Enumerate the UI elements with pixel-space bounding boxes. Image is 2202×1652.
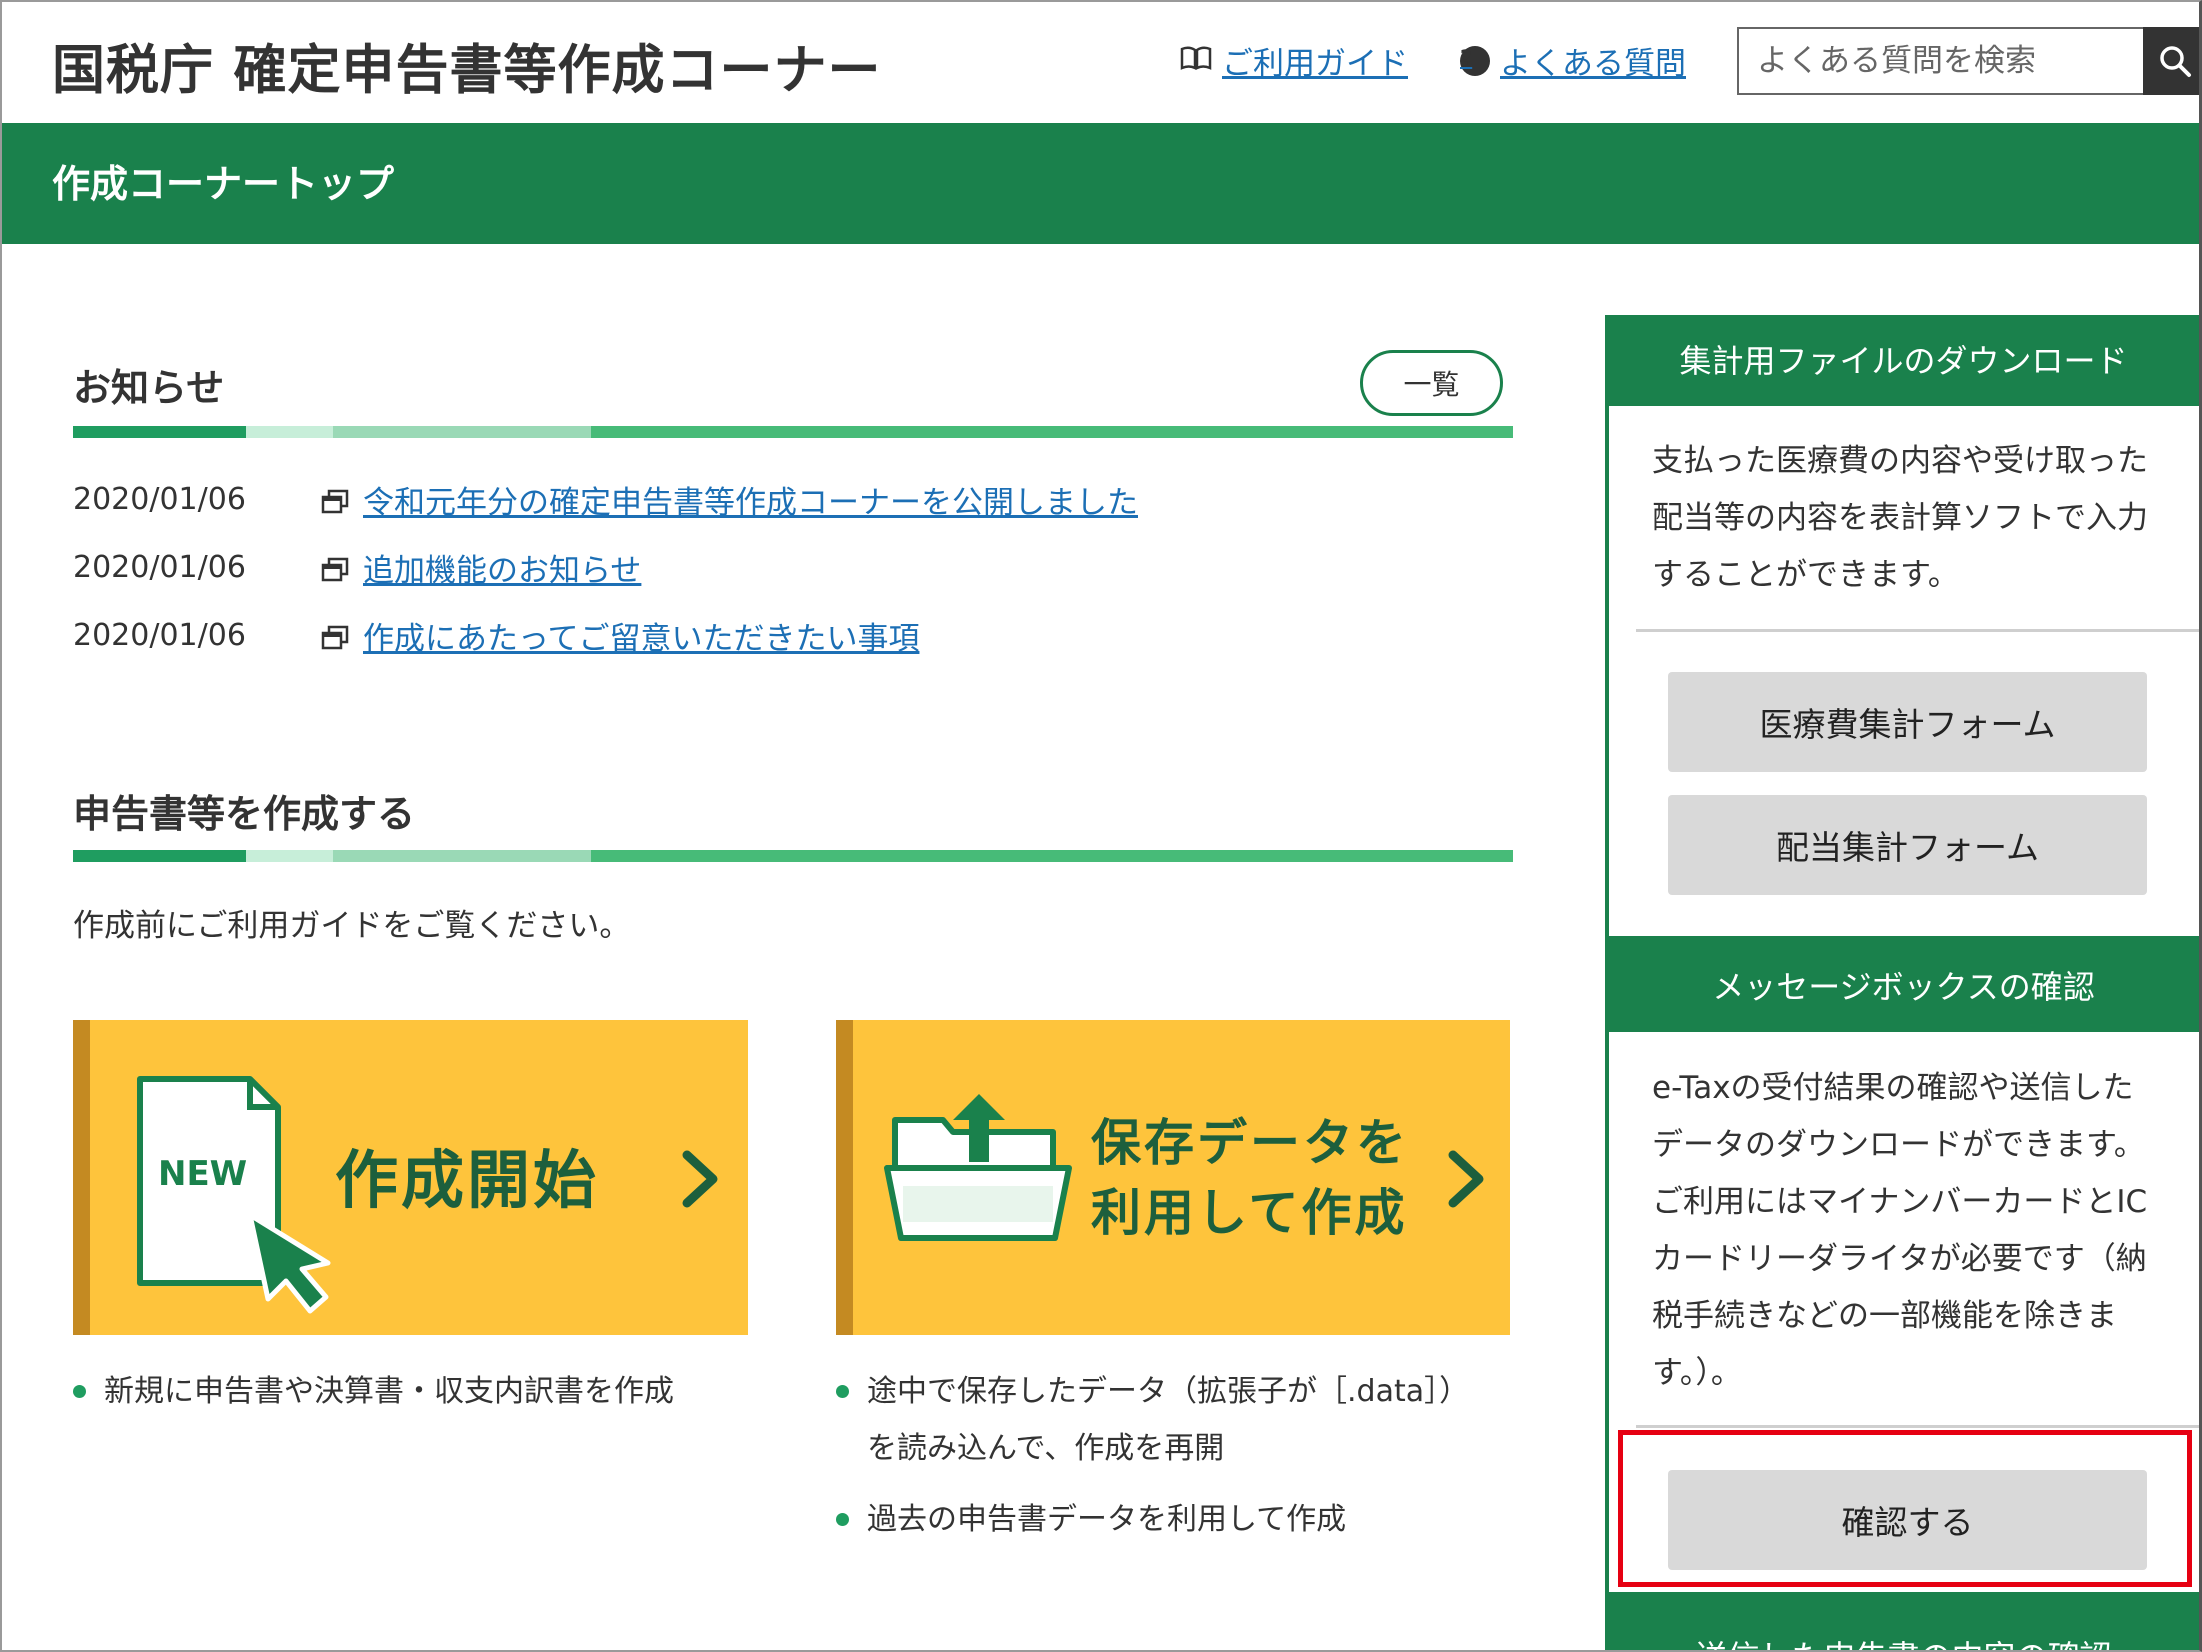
window-frame: [0, 0, 2202, 1652]
